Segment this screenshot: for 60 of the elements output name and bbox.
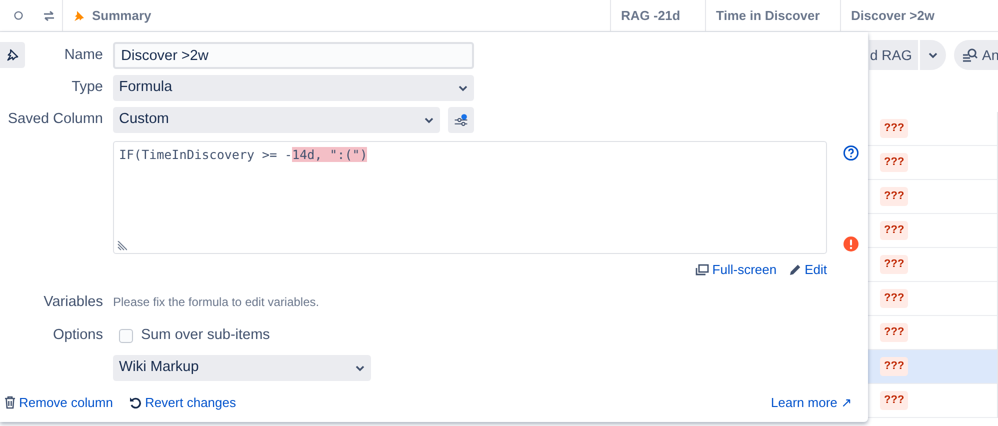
column-header[interactable]: Time in Discover bbox=[716, 6, 820, 26]
pin-icon bbox=[6, 48, 19, 62]
column-header[interactable]: Discover >2w bbox=[851, 6, 934, 26]
field-label: Type bbox=[72, 78, 103, 98]
undo-icon bbox=[128, 396, 142, 409]
editor-link[interactable]: Full-screen bbox=[695, 260, 777, 280]
table-row[interactable]: ??? bbox=[868, 180, 997, 214]
status-badge: ??? bbox=[880, 391, 908, 410]
filter-button[interactable]: An bbox=[954, 40, 998, 70]
type-select[interactable]: Formula bbox=[113, 75, 474, 101]
pencil-icon bbox=[788, 263, 802, 276]
field-label: Variables bbox=[44, 292, 103, 312]
pin-icon bbox=[73, 10, 85, 22]
table-row[interactable]: ??? bbox=[868, 112, 997, 146]
chevron-down-icon bbox=[458, 84, 468, 92]
pin-button[interactable] bbox=[0, 42, 25, 68]
chevron-down-icon bbox=[928, 52, 938, 58]
sliders-icon bbox=[454, 112, 468, 128]
formula-text: IF(TimeInDiscovery >= -14d, ":(") bbox=[119, 146, 368, 164]
column-header[interactable]: RAG -21d bbox=[621, 6, 680, 26]
status-badge: ??? bbox=[880, 221, 908, 240]
variables-note: Please fix the formula to edit variables. bbox=[113, 294, 320, 312]
table-row[interactable]: ??? bbox=[868, 248, 997, 282]
name-field[interactable]: Discover >2w bbox=[113, 42, 474, 69]
learn-more-link[interactable]: Learn more ↗ bbox=[770, 392, 852, 412]
saved-column-select[interactable]: Custom bbox=[113, 107, 440, 133]
table-row[interactable]: ??? bbox=[868, 384, 997, 418]
resize-handle-icon[interactable] bbox=[117, 241, 127, 251]
revert-changes-link[interactable]: Revert changes bbox=[128, 392, 236, 412]
table-row[interactable]: ??? bbox=[868, 350, 997, 384]
chevron-down-icon bbox=[424, 116, 434, 124]
table-row[interactable]: ??? bbox=[868, 146, 997, 180]
format-select[interactable]: Wiki Markup bbox=[113, 355, 371, 381]
swap-icon[interactable] bbox=[43, 10, 55, 20]
circle-icon[interactable] bbox=[14, 11, 22, 20]
field-label: Options bbox=[53, 326, 103, 346]
status-badge: ??? bbox=[880, 323, 908, 342]
field-label: Saved Column bbox=[8, 110, 103, 130]
status-badge: ??? bbox=[880, 187, 908, 206]
status-badge: ??? bbox=[880, 357, 908, 376]
sum-checkbox[interactable]: Sum over sub-items bbox=[119, 325, 868, 347]
trash-icon bbox=[4, 396, 16, 409]
remove-column-link[interactable]: Remove column bbox=[4, 392, 113, 412]
status-badge: ??? bbox=[880, 119, 908, 138]
help-icon[interactable] bbox=[843, 145, 859, 161]
dropdown-button[interactable] bbox=[920, 40, 946, 70]
view-button[interactable]: d RAG bbox=[869, 40, 918, 70]
search-icon bbox=[962, 48, 978, 62]
chevron-down-icon bbox=[355, 364, 365, 372]
settings-button[interactable] bbox=[448, 107, 474, 133]
column-header[interactable]: Summary bbox=[92, 6, 152, 26]
editor-link[interactable]: Edit bbox=[788, 260, 827, 280]
status-badge: ??? bbox=[880, 289, 908, 308]
field-label: Name bbox=[64, 46, 103, 65]
formula-editor[interactable]: IF(TimeInDiscovery >= -14d, ":(") bbox=[113, 141, 827, 254]
status-badge: ??? bbox=[880, 255, 908, 274]
table-row[interactable]: ??? bbox=[868, 282, 997, 316]
windows-icon bbox=[695, 264, 710, 276]
status-badge: ??? bbox=[880, 153, 908, 172]
table-row[interactable]: ??? bbox=[868, 214, 997, 248]
